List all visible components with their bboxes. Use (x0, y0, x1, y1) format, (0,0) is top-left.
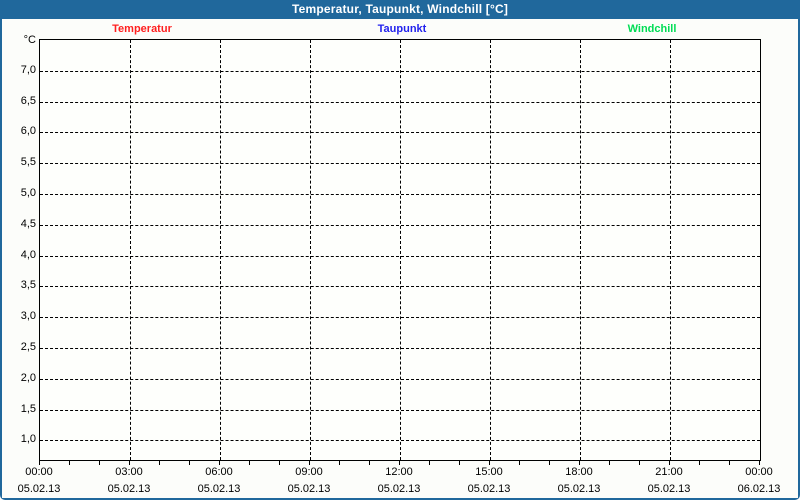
x-axis-tick (39, 460, 40, 465)
x-axis-tick (759, 460, 760, 465)
x-axis-tick (249, 460, 250, 465)
x-axis-tick (159, 460, 160, 465)
y-tick-label: 1,0 (4, 433, 36, 445)
chart-area: Temperatur Taupunkt Windchill °C 7,0 6,5 6… (2, 19, 798, 498)
x-axis-tick (219, 460, 220, 465)
x-axis-tick (669, 460, 670, 465)
gridline-vertical (670, 40, 671, 460)
legend-temperatur: Temperatur (112, 23, 172, 35)
x-axis-tick (429, 460, 430, 465)
x-tick-time-label: 15:00 (475, 466, 503, 478)
x-axis-tick (729, 460, 730, 465)
x-axis-tick (99, 460, 100, 465)
x-tick-date-label: 05.02.13 (648, 483, 691, 495)
x-axis-tick (369, 460, 370, 465)
x-axis-tick (189, 460, 190, 465)
x-axis-tick (279, 460, 280, 465)
y-tick-label: 4,0 (4, 249, 36, 261)
gridline-vertical (490, 40, 491, 460)
gridline-vertical (130, 40, 131, 460)
x-tick-time-label: 06:00 (205, 466, 233, 478)
y-tick-label: 3,0 (4, 310, 36, 322)
x-axis-tick (399, 460, 400, 465)
legend-windchill: Windchill (628, 23, 677, 35)
x-tick-time-label: 09:00 (295, 466, 323, 478)
x-tick-date-label: 05.02.13 (378, 483, 421, 495)
x-tick-time-label: 00:00 (745, 466, 773, 478)
x-axis-tick (339, 460, 340, 465)
x-tick-date-label: 05.02.13 (288, 483, 331, 495)
y-tick-label: 6,0 (4, 125, 36, 137)
y-axis-unit-label: °C (4, 34, 36, 46)
x-axis-tick (549, 460, 550, 465)
x-axis-tick (309, 460, 310, 465)
window-titlebar: Temperatur, Taupunkt, Windchill [°C] (0, 0, 800, 19)
y-tick-label: 2,5 (4, 341, 36, 353)
gridline-vertical (400, 40, 401, 460)
x-tick-date-label: 05.02.13 (108, 483, 151, 495)
x-axis-tick (639, 460, 640, 465)
y-tick-label: 5,0 (4, 187, 36, 199)
x-tick-time-label: 00:00 (25, 466, 53, 478)
y-tick-label: 4,5 (4, 218, 36, 230)
gridline-vertical (220, 40, 221, 460)
x-tick-date-label: 05.02.13 (468, 483, 511, 495)
x-axis-tick (459, 460, 460, 465)
x-tick-time-label: 03:00 (115, 466, 143, 478)
gridline-vertical (310, 40, 311, 460)
x-axis-tick (489, 460, 490, 465)
gridline-vertical (580, 40, 581, 460)
y-tick-label: 7,0 (4, 64, 36, 76)
y-tick-label: 2,0 (4, 372, 36, 384)
chart-title: Temperatur, Taupunkt, Windchill [°C] (292, 2, 508, 16)
x-tick-date-label: 05.02.13 (558, 483, 601, 495)
x-axis-tick (699, 460, 700, 465)
x-axis-tick (579, 460, 580, 465)
x-axis-tick (519, 460, 520, 465)
y-tick-label: 1,5 (4, 403, 36, 415)
y-tick-label: 5,5 (4, 156, 36, 168)
y-tick-label: 3,5 (4, 279, 36, 291)
x-tick-time-label: 12:00 (385, 466, 413, 478)
legend-taupunkt: Taupunkt (378, 23, 427, 35)
x-axis-tick (69, 460, 70, 465)
x-tick-date-label: 05.02.13 (198, 483, 241, 495)
app-window: Temperatur, Taupunkt, Windchill [°C] Tem… (0, 0, 800, 500)
x-tick-date-label: 05.02.13 (18, 483, 61, 495)
plot-frame (39, 39, 761, 461)
x-axis-tick (609, 460, 610, 465)
x-tick-time-label: 18:00 (565, 466, 593, 478)
y-tick-label: 6,5 (4, 95, 36, 107)
x-tick-date-label: 06.02.13 (738, 483, 781, 495)
x-tick-time-label: 21:00 (655, 466, 683, 478)
x-axis-tick (129, 460, 130, 465)
